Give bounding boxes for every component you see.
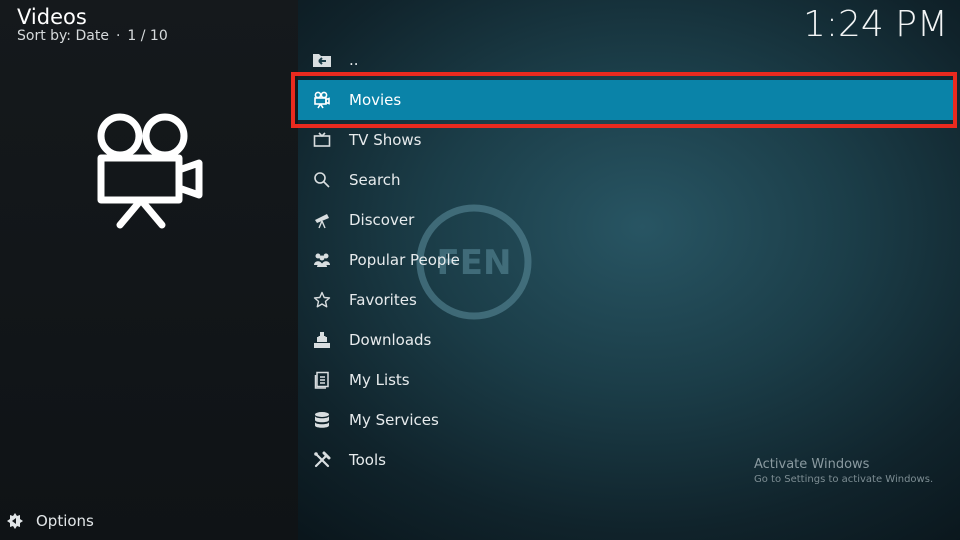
menu-item-movies[interactable]: Movies xyxy=(298,80,956,120)
options-label: Options xyxy=(36,512,94,530)
movie-camera-icon xyxy=(97,113,203,229)
folder-back-icon xyxy=(312,50,332,70)
menu-item-label: Discover xyxy=(349,211,415,229)
separator: · xyxy=(115,28,121,44)
telescope-icon xyxy=(312,210,332,230)
options-icon xyxy=(7,513,23,529)
tools-icon xyxy=(312,450,332,470)
page-title: Videos xyxy=(17,5,87,29)
menu-item-my-lists[interactable]: My Lists xyxy=(298,360,960,400)
list-icon xyxy=(312,370,332,390)
options-button[interactable]: Options xyxy=(6,511,94,531)
sort-info: Sort by: Date · 1 / 10 xyxy=(17,28,168,44)
downloads-icon xyxy=(312,330,332,350)
menu-item-label: Downloads xyxy=(349,331,432,349)
search-icon xyxy=(312,170,332,190)
menu-item-popular-people[interactable]: Popular People xyxy=(298,240,960,280)
menu-item-label: My Lists xyxy=(349,371,410,389)
sort-label: Sort by: Date xyxy=(17,28,109,44)
activate-subtitle: Go to Settings to activate Windows. xyxy=(754,474,934,485)
menu-item-tv-shows[interactable]: TV Shows xyxy=(298,120,960,160)
star-icon xyxy=(312,290,332,310)
tv-icon xyxy=(312,130,332,150)
menu-item-label: TV Shows xyxy=(349,131,422,149)
main-menu: .. Movies TV Shows Search Discover Popul… xyxy=(298,40,960,480)
menu-item-favorites[interactable]: Favorites xyxy=(298,280,960,320)
menu-item-label: Tools xyxy=(349,451,386,469)
menu-item-label: .. xyxy=(349,51,359,69)
menu-item-discover[interactable]: Discover xyxy=(298,200,960,240)
database-icon xyxy=(312,410,332,430)
activate-windows-watermark: Activate Windows Go to Settings to activ… xyxy=(754,457,933,487)
menu-item-my-services[interactable]: My Services xyxy=(298,400,960,440)
menu-item-label: Search xyxy=(349,171,401,189)
left-panel: Videos Sort by: Date · 1 / 10 Options xyxy=(0,0,298,540)
people-icon xyxy=(312,250,332,270)
page-count: 1 / 10 xyxy=(127,28,168,44)
menu-item-parent-folder[interactable]: .. xyxy=(298,40,960,80)
menu-item-downloads[interactable]: Downloads xyxy=(298,320,960,360)
menu-item-label: Popular People xyxy=(349,251,460,269)
menu-item-label: Movies xyxy=(349,91,402,109)
menu-item-search[interactable]: Search xyxy=(298,160,960,200)
activate-title: Activate Windows xyxy=(754,457,870,472)
movie-camera-icon xyxy=(312,90,332,110)
menu-item-label: Favorites xyxy=(349,291,417,309)
menu-item-label: My Services xyxy=(349,411,439,429)
